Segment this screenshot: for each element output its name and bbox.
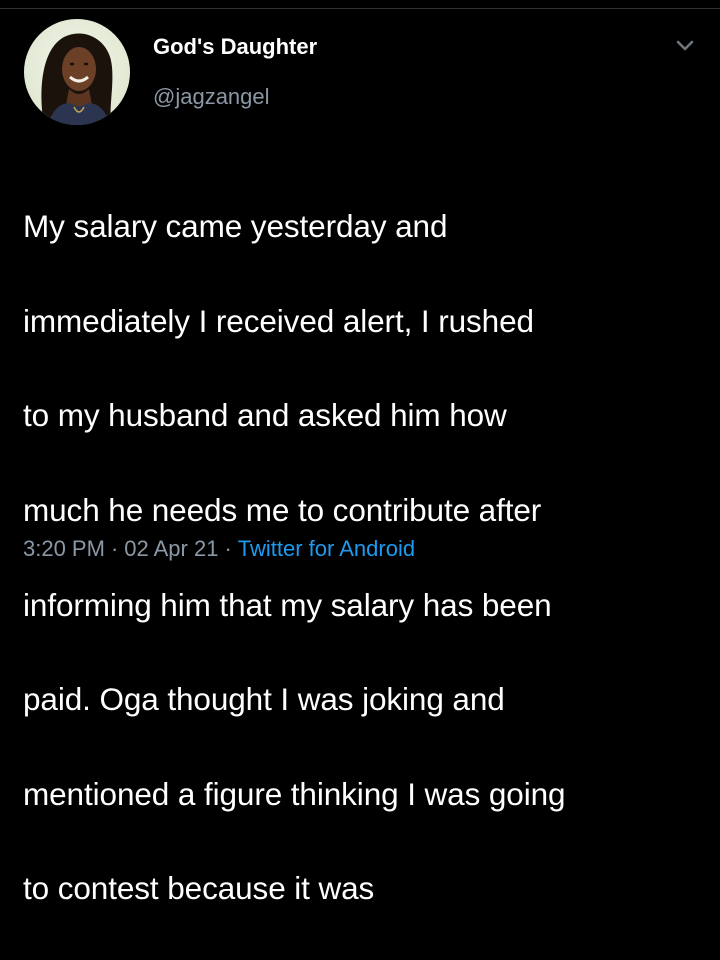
meta-separator: · — [224, 536, 232, 561]
avatar[interactable] — [24, 19, 130, 125]
chevron-down-icon[interactable] — [672, 36, 698, 56]
display-name[interactable]: God's Daughter — [153, 34, 317, 60]
tweet-text-line: to my husband and asked him how — [23, 397, 507, 434]
profile-photo-icon — [24, 19, 130, 125]
tweet-time[interactable]: 3:20 PM — [23, 536, 105, 561]
tweet-text-line: My salary came yesterday and — [23, 208, 448, 245]
tweet-text-line: much he needs me to contribute after — [23, 492, 542, 529]
user-handle[interactable]: @jagzangel — [153, 84, 270, 110]
tweet-text-line: to contest because it was — [23, 870, 375, 907]
tweet-meta: 3:20 PM · 02 Apr 21 · Twitter for Android — [23, 536, 415, 562]
tweet-source-link[interactable]: Twitter for Android — [238, 536, 415, 561]
tweet-text-line: immediately I received alert, I rushed — [23, 302, 534, 339]
tweet-text-line: paid. Oga thought I was joking and — [23, 681, 505, 718]
tweet-date[interactable]: 02 Apr 21 — [124, 536, 218, 561]
tweet: God's Daughter @jagzangel My salary came… — [0, 0, 720, 906]
tweet-text-line: informing him that my salary has been — [23, 586, 552, 623]
tweet-text-line: mentioned a figure thinking I was going — [23, 775, 566, 812]
meta-separator: · — [110, 536, 119, 561]
